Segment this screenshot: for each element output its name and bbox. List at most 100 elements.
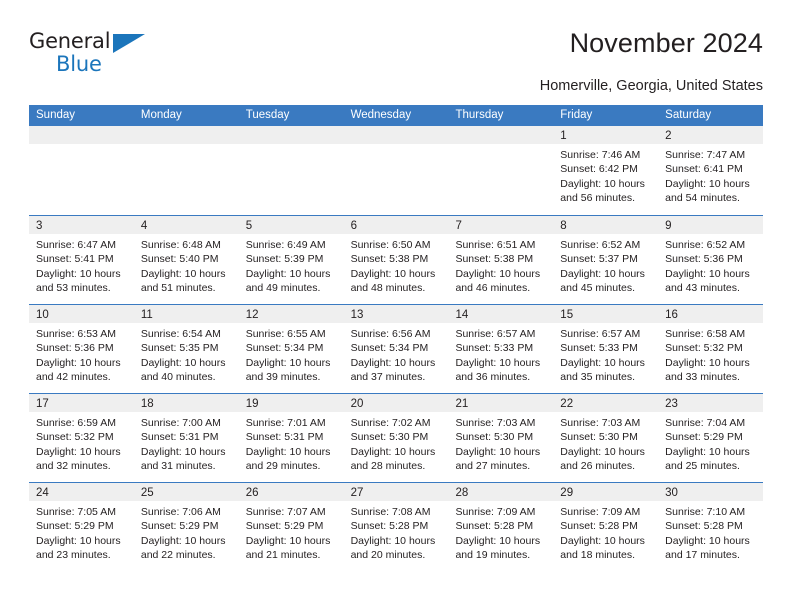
daylight-text: Daylight: 10 hours and 46 minutes.	[455, 267, 541, 295]
day-details: Sunrise: 6:57 AM Sunset: 5:33 PM Daylight:…	[553, 323, 658, 385]
calendar-day-cell[interactable]: 3 Sunrise: 6:47 AM Sunset: 5:41 PM Daylight…	[29, 216, 134, 304]
day-number-band: 5	[238, 216, 344, 234]
sunrise-text: Sunrise: 7:03 AM	[455, 417, 536, 429]
sunrise-text: Sunrise: 6:54 AM	[140, 328, 221, 340]
day-details: Sunrise: 7:05 AM Sunset: 5:29 PM Daylight:…	[29, 501, 134, 563]
day-number: 20	[350, 398, 364, 410]
daylight-text: Daylight: 10 hours and 33 minutes.	[665, 356, 750, 384]
day-number: 11	[140, 309, 153, 321]
weekday-header-thursday: Thursday	[455, 109, 504, 121]
sunset-text: Sunset: 5:35 PM	[140, 342, 219, 355]
calendar-day-cell[interactable]: 11 Sunrise: 6:54 AM Sunset: 5:35 PM Dayligh…	[133, 305, 239, 393]
calendar-day-cell[interactable]: 10 Sunrise: 6:53 AM Sunset: 5:36 PM Dayligh…	[29, 305, 134, 393]
calendar-day-cell[interactable]: 26 Sunrise: 7:07 AM Sunset: 5:29 PM Dayligh…	[238, 483, 344, 571]
sunset-text: Sunset: 5:28 PM	[665, 520, 743, 533]
page-header: General Blue November 2024 Homerville, G…	[29, 28, 763, 100]
day-number-band: 9	[658, 216, 764, 234]
sunrise-text: Sunrise: 7:00 AM	[140, 417, 221, 429]
day-details: Sunrise: 7:03 AM Sunset: 5:30 PM Daylight:…	[448, 412, 553, 474]
sunset-text: Sunset: 5:30 PM	[350, 431, 429, 444]
day-number-band	[448, 126, 554, 144]
calendar-day-cell[interactable]: 9 Sunrise: 6:52 AM Sunset: 5:36 PM Daylight…	[658, 216, 764, 304]
calendar-day-cell[interactable]: 8 Sunrise: 6:52 AM Sunset: 5:37 PM Daylight…	[553, 216, 659, 304]
calendar-day-cell[interactable]: 7 Sunrise: 6:51 AM Sunset: 5:38 PM Daylight…	[448, 216, 554, 304]
daylight-text: Daylight: 10 hours and 40 minutes.	[140, 356, 226, 384]
weekday-header-tuesday: Tuesday	[245, 109, 290, 121]
calendar-day-cell-empty	[343, 126, 449, 215]
day-details: Sunrise: 6:47 AM Sunset: 5:41 PM Daylight:…	[29, 234, 134, 296]
calendar-day-cell[interactable]: 20 Sunrise: 7:02 AM Sunset: 5:30 PM Dayligh…	[343, 394, 449, 482]
calendar-day-cell[interactable]: 12 Sunrise: 6:55 AM Sunset: 5:34 PM Dayligh…	[238, 305, 344, 393]
calendar-day-cell[interactable]: 21 Sunrise: 7:03 AM Sunset: 5:30 PM Dayligh…	[448, 394, 554, 482]
day-details: Sunrise: 7:47 AM Sunset: 6:41 PM Daylight:…	[658, 144, 763, 206]
calendar-day-cell[interactable]: 6 Sunrise: 6:50 AM Sunset: 5:38 PM Daylight…	[343, 216, 449, 304]
day-number: 1	[560, 130, 567, 142]
day-number: 19	[245, 398, 259, 410]
sunrise-text: Sunrise: 6:55 AM	[245, 328, 326, 340]
calendar-day-cell[interactable]: 2 Sunrise: 7:47 AM Sunset: 6:41 PM Daylight…	[658, 126, 764, 215]
calendar-day-cell[interactable]: 4 Sunrise: 6:48 AM Sunset: 5:40 PM Daylight…	[133, 216, 239, 304]
day-number-band: 10	[29, 305, 134, 323]
calendar-week-row: 10 Sunrise: 6:53 AM Sunset: 5:36 PM Dayligh…	[29, 304, 764, 393]
day-details: Sunrise: 7:01 AM Sunset: 5:31 PM Daylight:…	[239, 412, 344, 474]
day-number: 13	[350, 309, 364, 321]
sunrise-text: Sunrise: 6:53 AM	[36, 328, 116, 340]
day-details: Sunrise: 7:06 AM Sunset: 5:29 PM Daylight:…	[134, 501, 239, 563]
sunset-text: Sunset: 5:30 PM	[455, 431, 534, 444]
calendar-day-cell[interactable]: 18 Sunrise: 7:00 AM Sunset: 5:31 PM Dayligh…	[133, 394, 239, 482]
calendar-day-cell[interactable]: 30 Sunrise: 7:10 AM Sunset: 5:28 PM Dayligh…	[658, 483, 764, 571]
calendar-day-cell-empty	[29, 126, 134, 215]
day-number-band: 16	[658, 305, 764, 323]
daylight-text: Daylight: 10 hours and 37 minutes.	[350, 356, 436, 384]
day-number-band: 1	[553, 126, 659, 144]
calendar-day-cell[interactable]: 5 Sunrise: 6:49 AM Sunset: 5:39 PM Daylight…	[238, 216, 344, 304]
calendar-day-cell[interactable]: 29 Sunrise: 7:09 AM Sunset: 5:28 PM Dayligh…	[553, 483, 659, 571]
day-number: 16	[665, 309, 678, 321]
sunset-text: Sunset: 6:41 PM	[665, 163, 743, 176]
calendar-day-cell[interactable]: 1 Sunrise: 7:46 AM Sunset: 6:42 PM Daylight…	[553, 126, 659, 215]
daylight-text: Daylight: 10 hours and 18 minutes.	[560, 534, 645, 562]
sunrise-text: Sunrise: 7:47 AM	[665, 149, 746, 161]
day-number-band	[238, 126, 344, 144]
calendar-day-cell[interactable]: 13 Sunrise: 6:56 AM Sunset: 5:34 PM Dayligh…	[343, 305, 449, 393]
day-number: 21	[455, 398, 469, 410]
day-number: 6	[350, 220, 357, 232]
day-number-band	[29, 126, 134, 144]
page-subtitle: Homerville, Georgia, United States	[539, 78, 763, 94]
calendar-day-cell[interactable]: 22 Sunrise: 7:03 AM Sunset: 5:30 PM Dayligh…	[553, 394, 659, 482]
day-details: Sunrise: 7:07 AM Sunset: 5:29 PM Daylight:…	[239, 501, 344, 563]
calendar-day-cell[interactable]: 25 Sunrise: 7:06 AM Sunset: 5:29 PM Dayligh…	[133, 483, 239, 571]
calendar-week-row: 3 Sunrise: 6:47 AM Sunset: 5:41 PM Daylight…	[29, 215, 764, 304]
sunset-text: Sunset: 5:29 PM	[245, 520, 324, 533]
logo-text-blue: Blue	[56, 52, 102, 76]
daylight-text: Daylight: 10 hours and 22 minutes.	[140, 534, 226, 562]
day-details: Sunrise: 7:00 AM Sunset: 5:31 PM Daylight:…	[134, 412, 239, 474]
day-number: 15	[560, 309, 574, 321]
daylight-text: Daylight: 10 hours and 21 minutes.	[245, 534, 331, 562]
calendar-day-cell[interactable]: 27 Sunrise: 7:08 AM Sunset: 5:28 PM Dayligh…	[343, 483, 449, 571]
daylight-text: Daylight: 10 hours and 43 minutes.	[665, 267, 750, 295]
day-number-band: 13	[343, 305, 449, 323]
calendar-day-cell[interactable]: 16 Sunrise: 6:58 AM Sunset: 5:32 PM Dayligh…	[658, 305, 764, 393]
sunset-text: Sunset: 5:29 PM	[665, 431, 743, 444]
day-number: 30	[665, 487, 678, 499]
calendar-day-cell[interactable]: 17 Sunrise: 6:59 AM Sunset: 5:32 PM Dayligh…	[29, 394, 134, 482]
sunrise-text: Sunrise: 6:56 AM	[350, 328, 431, 340]
day-details: Sunrise: 6:52 AM Sunset: 5:37 PM Daylight:…	[553, 234, 658, 296]
sunset-text: Sunset: 5:28 PM	[350, 520, 429, 533]
sunset-text: Sunset: 5:34 PM	[245, 342, 324, 355]
calendar-day-cell[interactable]: 19 Sunrise: 7:01 AM Sunset: 5:31 PM Dayligh…	[238, 394, 344, 482]
page-title: November 2024	[569, 28, 763, 58]
calendar-day-cell[interactable]: 15 Sunrise: 6:57 AM Sunset: 5:33 PM Dayligh…	[553, 305, 659, 393]
sunrise-text: Sunrise: 6:57 AM	[455, 328, 536, 340]
calendar-day-cell[interactable]: 14 Sunrise: 6:57 AM Sunset: 5:33 PM Dayligh…	[448, 305, 554, 393]
calendar-day-cell[interactable]: 24 Sunrise: 7:05 AM Sunset: 5:29 PM Dayligh…	[29, 483, 134, 571]
day-number-band: 28	[448, 483, 554, 501]
day-details: Sunrise: 7:03 AM Sunset: 5:30 PM Daylight:…	[553, 412, 658, 474]
calendar-day-cell[interactable]: 28 Sunrise: 7:09 AM Sunset: 5:28 PM Dayligh…	[448, 483, 554, 571]
sunrise-text: Sunrise: 7:10 AM	[665, 506, 746, 518]
calendar-day-cell[interactable]: 23 Sunrise: 7:04 AM Sunset: 5:29 PM Dayligh…	[658, 394, 764, 482]
weekday-header-saturday: Saturday	[665, 109, 712, 121]
day-number-band: 26	[238, 483, 344, 501]
sunset-text: Sunset: 5:30 PM	[560, 431, 638, 444]
